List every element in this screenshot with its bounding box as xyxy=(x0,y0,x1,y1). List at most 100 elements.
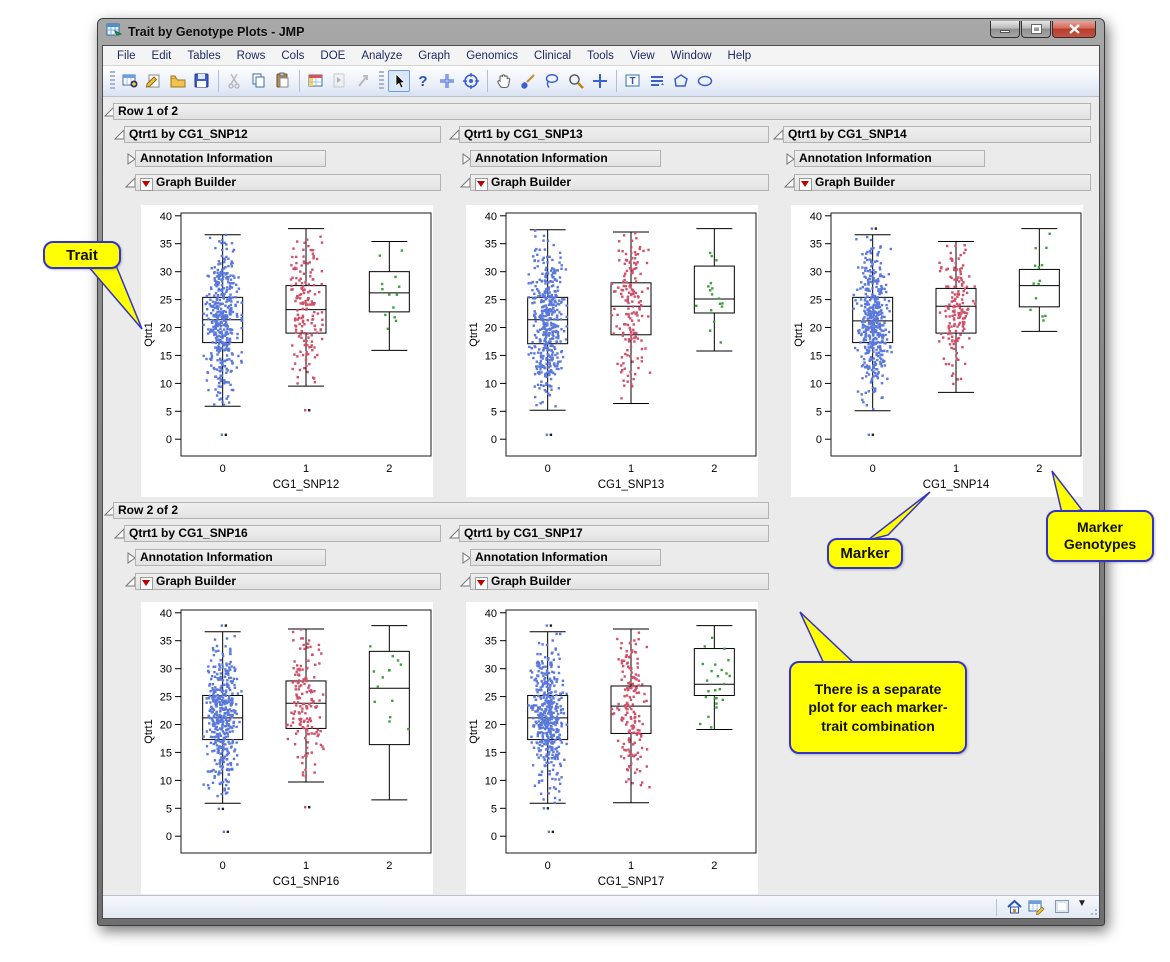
svg-text:15: 15 xyxy=(485,747,497,759)
play-icon[interactable] xyxy=(353,70,375,92)
menu-help[interactable]: Help xyxy=(720,48,760,64)
svg-text:10: 10 xyxy=(810,378,822,390)
panel1-annotation-header[interactable]: Annotation Information xyxy=(135,150,326,167)
red-triangle-menu-icon[interactable] xyxy=(799,178,812,191)
crosshair-icon[interactable] xyxy=(589,70,611,92)
boxplot-CG1_SNP13[interactable]: 0 5 10 15 20 25 30 35 40 Qtrt1 0 1 2 CG1_SNP13 xyxy=(466,205,758,497)
panel4-title[interactable]: Qtrt1 by CG1_SNP16 xyxy=(124,525,441,542)
boxplot-CG1_SNP14[interactable]: 0 5 10 15 20 25 30 35 40 Qtrt1 0 1 2 CG1_SNP14 xyxy=(791,205,1083,497)
red-triangle-menu-icon[interactable] xyxy=(140,577,153,590)
red-triangle-menu-icon[interactable] xyxy=(475,577,488,590)
help-icon[interactable]: ? xyxy=(412,70,434,92)
menu-cols[interactable]: Cols xyxy=(273,48,312,64)
menu-tools[interactable]: Tools xyxy=(579,48,622,64)
panel5-annotation-header[interactable]: Annotation Information xyxy=(470,549,661,566)
svg-text:5: 5 xyxy=(166,406,172,418)
menu-edit[interactable]: Edit xyxy=(144,48,180,64)
svg-text:20: 20 xyxy=(810,323,822,335)
panel4-graph-builder-header[interactable]: Graph Builder xyxy=(135,573,441,590)
table-edit-icon[interactable] xyxy=(1028,899,1045,918)
open-folder-icon[interactable] xyxy=(167,70,189,92)
lasso-icon[interactable] xyxy=(541,70,563,92)
menu-doe[interactable]: DOE xyxy=(312,48,353,64)
panel1-title[interactable]: Qtrt1 by CG1_SNP12 xyxy=(124,126,441,143)
menu-view[interactable]: View xyxy=(622,48,663,64)
resize-grip[interactable] xyxy=(1091,904,1099,918)
outline-row1-header[interactable]: Row 1 of 2 xyxy=(113,103,1091,120)
report-area: Row 1 of 2 Qtrt1 by CG1_SNP12 Annotation… xyxy=(103,97,1099,895)
svg-text:35: 35 xyxy=(485,239,497,251)
svg-text:1: 1 xyxy=(628,463,634,475)
svg-text:2: 2 xyxy=(1036,463,1042,475)
menu-rows[interactable]: Rows xyxy=(229,48,274,64)
menu-tables[interactable]: Tables xyxy=(179,48,228,64)
red-triangle-menu-icon[interactable] xyxy=(475,178,488,191)
outline-row2-header[interactable]: Row 2 of 2 xyxy=(113,502,769,519)
menu-graph[interactable]: Graph xyxy=(410,48,458,64)
menu-clinical[interactable]: Clinical xyxy=(526,48,579,64)
svg-text:10: 10 xyxy=(160,775,172,787)
svg-text:0: 0 xyxy=(545,860,551,872)
panel4-annotation-header[interactable]: Annotation Information xyxy=(135,549,326,566)
annotate-text-icon[interactable]: T xyxy=(622,70,644,92)
home-icon[interactable] xyxy=(1006,899,1023,918)
new-data-table-icon[interactable] xyxy=(119,70,141,92)
panel2-title[interactable]: Qtrt1 by CG1_SNP13 xyxy=(459,126,769,143)
panel3-graph-builder-header[interactable]: Graph Builder xyxy=(794,174,1091,191)
panel2-annotation-header[interactable]: Annotation Information xyxy=(470,150,661,167)
svg-text:10: 10 xyxy=(160,378,172,390)
svg-text:Qtrt1: Qtrt1 xyxy=(143,719,155,743)
arrow-select-icon[interactable] xyxy=(388,70,410,92)
polygon-icon[interactable] xyxy=(670,70,692,92)
status-bar: ▼ xyxy=(103,895,1099,918)
panel3-title[interactable]: Qtrt1 by CG1_SNP14 xyxy=(783,126,1091,143)
panel5-title[interactable]: Qtrt1 by CG1_SNP17 xyxy=(459,525,769,542)
red-triangle-menu-icon[interactable] xyxy=(140,178,153,191)
svg-text:1: 1 xyxy=(303,860,309,872)
brush-icon[interactable] xyxy=(517,70,539,92)
title-bar[interactable]: Trait by Genotype Plots - JMP xyxy=(98,19,1104,45)
menu-file[interactable]: File xyxy=(109,48,144,64)
toolbar-grip xyxy=(110,71,115,91)
boxplot-CG1_SNP12[interactable]: 0 5 10 15 20 25 30 35 40 Qtrt1 0 1 2 CG1_SNP12 xyxy=(141,205,433,497)
menu-window[interactable]: Window xyxy=(663,48,720,64)
svg-text:35: 35 xyxy=(160,636,172,648)
close-button[interactable] xyxy=(1052,20,1096,38)
panel3-annotation-header[interactable]: Annotation Information xyxy=(794,150,985,167)
boxplot-CG1_SNP17[interactable]: 0 5 10 15 20 25 30 35 40 Qtrt1 0 1 2 CG1_SNP17 xyxy=(466,602,758,894)
svg-text:30: 30 xyxy=(485,664,497,676)
menu-genomics[interactable]: Genomics xyxy=(458,48,526,64)
run-script-icon[interactable] xyxy=(329,70,351,92)
toolbar: ? T xyxy=(103,66,1099,97)
svg-text:0: 0 xyxy=(166,434,172,446)
svg-text:40: 40 xyxy=(485,211,497,223)
hand-grabber-icon[interactable] xyxy=(493,70,515,92)
panel5-graph-builder-header[interactable]: Graph Builder xyxy=(470,573,769,590)
mover-icon[interactable] xyxy=(436,70,458,92)
bullseye-icon[interactable] xyxy=(460,70,482,92)
cut-icon[interactable] xyxy=(224,70,246,92)
window-box-icon[interactable] xyxy=(1055,900,1069,913)
menu-bar: File Edit Tables Rows Cols DOE Analyze G… xyxy=(103,46,1099,66)
save-icon[interactable] xyxy=(191,70,213,92)
new-journal-icon[interactable] xyxy=(143,70,165,92)
simple-shape-icon[interactable] xyxy=(694,70,716,92)
minimize-button[interactable] xyxy=(990,20,1020,38)
paste-icon[interactable] xyxy=(272,70,294,92)
maximize-button[interactable] xyxy=(1021,20,1051,38)
svg-text:15: 15 xyxy=(485,350,497,362)
svg-text:35: 35 xyxy=(810,239,822,251)
panel1-graph-builder-header[interactable]: Graph Builder xyxy=(135,174,441,191)
menu-analyze[interactable]: Analyze xyxy=(353,48,410,64)
copy-icon[interactable] xyxy=(248,70,270,92)
dropdown-arrow-icon[interactable]: ▼ xyxy=(1077,898,1087,909)
svg-text:5: 5 xyxy=(491,406,497,418)
svg-text:40: 40 xyxy=(160,608,172,620)
boxplot-CG1_SNP16[interactable]: 0 5 10 15 20 25 30 35 40 Qtrt1 0 1 2 CG1_SNP16 xyxy=(141,602,433,894)
svg-text:25: 25 xyxy=(485,295,497,307)
svg-text:5: 5 xyxy=(166,803,172,815)
scroller-icon[interactable] xyxy=(646,70,668,92)
magnifier-icon[interactable] xyxy=(565,70,587,92)
panel2-graph-builder-header[interactable]: Graph Builder xyxy=(470,174,769,191)
data-grid-icon[interactable] xyxy=(305,70,327,92)
